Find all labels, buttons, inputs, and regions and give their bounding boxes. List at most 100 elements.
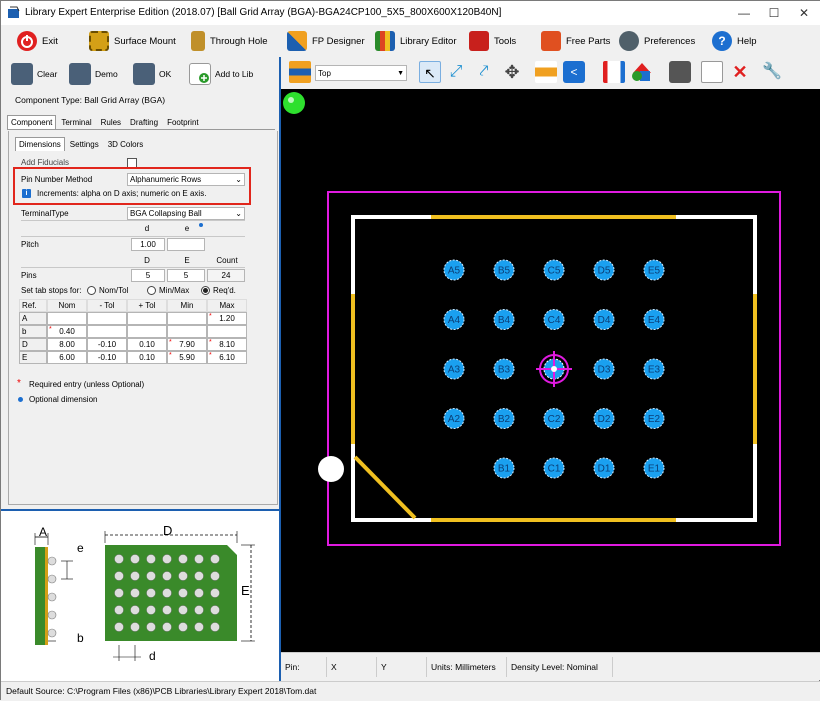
zoom-extents-icon[interactable]: ⤢ [445,61,467,83]
zoom-in-icon[interactable]: ⤤ [473,61,495,83]
radio-reqd[interactable] [201,286,210,295]
close-button[interactable]: ✕ [789,1,819,25]
radio-nom-tol[interactable] [87,286,96,295]
pad-d4[interactable]: D4 [593,309,615,330]
wrench-icon[interactable]: 🔧 [761,61,783,83]
back-icon[interactable]: < [563,61,585,83]
new-document-icon[interactable] [701,61,723,83]
print-icon[interactable] [669,61,691,83]
diagram-ball [146,571,156,581]
pad-a4[interactable]: A4 [443,309,465,330]
pins-E-input[interactable]: 5 [167,269,205,282]
pad-label: A3 [448,365,461,376]
pin-number-method-select[interactable]: Alphanumeric Rows ⌄ [127,173,245,186]
layers-icon[interactable] [289,61,311,83]
pad-b2[interactable]: B2 [493,408,515,429]
nom-input[interactable]: * 0.40 [47,325,87,338]
pad-e2[interactable]: E2 [643,408,665,429]
preferences-button[interactable]: Preferences [619,28,695,54]
library-editor-label: Library Editor [400,35,457,47]
min-input[interactable] [167,325,207,338]
pad-c5[interactable]: C5 [543,259,565,281]
plus-tol-input[interactable]: 0.10 [127,351,167,364]
align-icon[interactable] [535,61,557,83]
terminal-type-select[interactable]: BGA Collapsing Ball ⌄ [127,207,245,220]
pad-a5[interactable]: A5 [443,259,465,281]
tab-rules[interactable]: Rules [97,115,125,129]
optional-dot [18,397,23,402]
tab-3d-colors[interactable]: 3D Colors [104,137,148,151]
maximize-button[interactable]: ☐ [759,1,789,25]
tab-footprint[interactable]: Footprint [163,115,203,129]
pad-e5[interactable]: E5 [643,259,665,281]
minimize-button[interactable]: — [729,1,759,25]
pad-b5[interactable]: B5 [493,259,515,281]
max-input[interactable]: * 6.10 [207,351,247,364]
pad-b1[interactable]: B1 [493,457,515,479]
pad-b3[interactable]: B3 [493,358,515,380]
pad-c1[interactable]: C1 [543,457,565,479]
minus-tol-input[interactable] [87,325,127,338]
pad-c4[interactable]: C4 [543,309,565,330]
origin-marker-highlight [288,97,294,103]
pad-c2[interactable]: C2 [543,408,565,429]
add-to-lib-button[interactable]: Add to Lib [189,59,253,89]
pad-d5[interactable]: D5 [593,259,615,281]
pad-a3[interactable]: A3 [443,358,465,380]
nom-input[interactable]: 6.00 [47,351,87,364]
pad-e3[interactable]: E3 [643,358,665,380]
plus-tol-input[interactable]: 0.10 [127,338,167,351]
min-input[interactable] [167,312,207,325]
tab-drafting[interactable]: Drafting [126,115,162,129]
footprint-canvas[interactable]: A5 B5 C5 D5 E5 A4 B4 C4 D4 E4 A3 B3 D3 E3 A2 B2 C2 D2 E2 B1… [281,89,820,652]
plus-tol-input[interactable] [127,312,167,325]
min-input[interactable]: * 7.90 [167,338,207,351]
exit-button[interactable]: Exit [17,28,58,54]
max-input[interactable]: * 1.20 [207,312,247,325]
fp-designer-button[interactable]: FP Designer [287,28,365,54]
tab-terminal[interactable]: Terminal [57,115,95,129]
surface-mount-button[interactable]: Surface Mount [89,28,176,54]
pan-icon[interactable]: ✥ [501,61,523,83]
pad-d2[interactable]: D2 [593,408,615,429]
minus-tol-input[interactable]: -0.10 [87,351,127,364]
pad-c3-selected[interactable] [536,351,572,387]
tab-settings[interactable]: Settings [66,137,103,151]
pad-label: B5 [498,266,511,277]
free-parts-button[interactable]: Free Parts [541,28,610,54]
demo-button[interactable]: Demo [69,59,118,89]
nom-input[interactable] [47,312,87,325]
pad-e4[interactable]: E4 [643,309,665,330]
pad-a2[interactable]: A2 [443,408,465,429]
max-input[interactable] [207,325,247,338]
min-input[interactable]: * 5.90 [167,351,207,364]
delete-icon[interactable]: ✕ [729,61,751,83]
tab-dimensions[interactable]: Dimensions [15,137,65,151]
pad-d3[interactable]: D3 [593,358,615,380]
radio-min-max[interactable] [147,286,156,295]
through-hole-button[interactable]: Through Hole [191,28,268,54]
footer-bar: Default Source: C:\Program Files (x86)\P… [1,681,820,701]
pins-D-input[interactable]: 5 [131,269,165,282]
ok-button[interactable]: OK [133,59,171,89]
pitch-d-input[interactable]: 1.00 [131,238,165,251]
pad-d1[interactable]: D1 [593,457,615,479]
tab-component[interactable]: Component [7,115,57,129]
minus-tol-input[interactable]: -0.10 [87,338,127,351]
minus-tol-input[interactable] [87,312,127,325]
pad-b4[interactable]: B4 [493,309,515,330]
layer-select[interactable]: Top ▼ [315,65,407,81]
shapes-icon[interactable] [631,61,653,83]
dimension-icon[interactable] [603,61,625,83]
help-button[interactable]: ? Help [712,28,757,54]
tools-button[interactable]: Tools [469,28,516,54]
nom-input[interactable]: 8.00 [47,338,87,351]
pitch-e-input[interactable] [167,238,205,251]
plus-tol-input[interactable] [127,325,167,338]
fp-designer-label: FP Designer [312,35,365,47]
clear-button[interactable]: Clear [11,59,57,89]
pad-e1[interactable]: E1 [643,457,665,479]
max-input[interactable]: * 8.10 [207,338,247,351]
select-cursor-icon[interactable]: ↖ [419,61,441,83]
library-editor-button[interactable]: Library Editor [375,28,457,54]
